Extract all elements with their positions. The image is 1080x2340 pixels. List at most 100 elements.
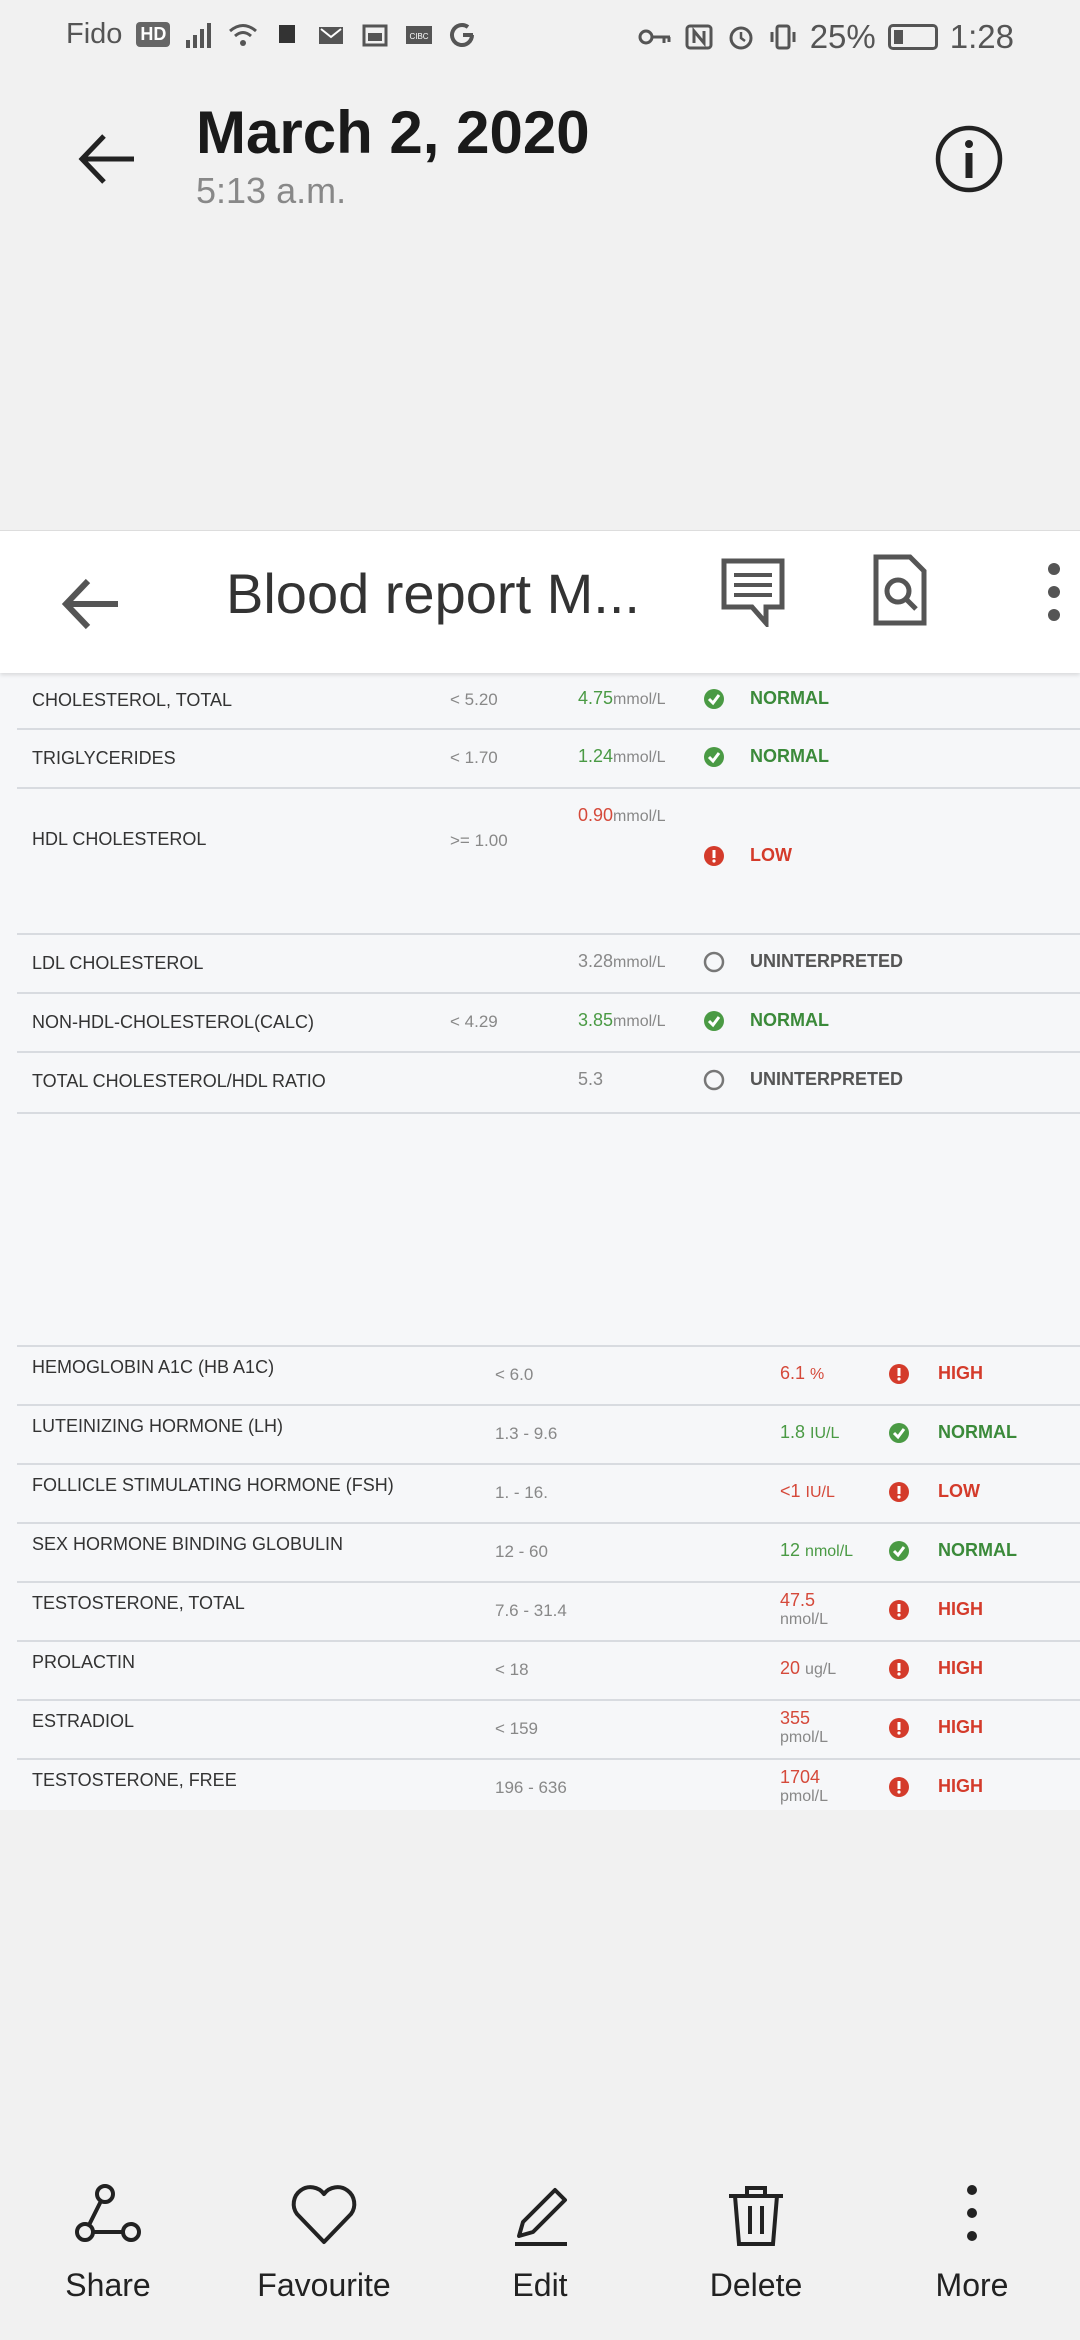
photo-time: 5:13 a.m. — [196, 170, 347, 211]
bottom-action-bar: Share Favourite Edit Delete More — [0, 2180, 1080, 2340]
normal-check-icon — [704, 689, 724, 709]
test-name: SEX HORMONE BINDING GLOBULIN — [32, 1534, 344, 1554]
back-arrow-icon[interactable] — [72, 124, 142, 194]
result-value: 3.28mmol/L — [578, 951, 666, 971]
status-label: LOW — [938, 1481, 980, 1501]
battery-icon — [887, 24, 938, 50]
more-button[interactable]: More — [872, 2180, 1072, 2304]
result-value: 4.75mmol/L — [578, 688, 666, 708]
notification-square-icon — [279, 24, 296, 43]
test-name: LUTEINIZING HORMONE (LH) — [32, 1416, 284, 1436]
result-value: 20 ug/L — [780, 1658, 837, 1678]
clock-time: 1:28 — [949, 18, 1014, 55]
favourite-label: Favourite — [257, 2267, 391, 2303]
result-value: 47.5 nmol/L — [780, 1590, 829, 1628]
comment-icon — [721, 558, 785, 627]
result-value: 5.3 — [578, 1069, 604, 1089]
table-row: TOTAL CHOLESTEROL/HDL RATIO 5.3 UNINTERP… — [17, 1053, 1080, 1114]
reference-range: 1.3 - 9.6 — [495, 1424, 558, 1443]
table-row: LDL CHOLESTEROL 3.28mmol/L UNINTERPRETED — [17, 935, 1080, 994]
test-name: LDL CHOLESTEROL — [32, 953, 204, 973]
result-value: 355 pmol/L — [780, 1708, 829, 1746]
vpn-key-icon — [638, 29, 671, 45]
hormone-results: HEMOGLOBIN A1C (HB A1C) < 6.0 6.1 % HIGH… — [17, 1345, 1080, 1810]
reference-range: 1. - 16. — [495, 1483, 548, 1502]
alert-icon — [889, 1482, 909, 1502]
more-vertical-icon — [967, 2185, 977, 2241]
delete-label: Delete — [709, 2267, 803, 2303]
google-icon — [450, 22, 475, 47]
normal-check-icon — [704, 747, 724, 767]
reference-range: < 1.70 — [450, 748, 498, 767]
status-label: HIGH — [938, 1658, 983, 1678]
status-label: HIGH — [938, 1599, 983, 1619]
test-name: HEMOGLOBIN A1C (HB A1C) — [32, 1357, 275, 1377]
alarm-icon — [729, 26, 753, 50]
status-bar-left: Fido HD CIBC — [66, 18, 478, 51]
result-value: 3.85mmol/L — [578, 1010, 666, 1030]
alert-icon — [704, 846, 724, 866]
status-bar-right: 25% 1:28 — [638, 18, 1014, 56]
result-value: 6.1 % — [780, 1363, 825, 1383]
status-label: UNINTERPRETED — [750, 1069, 904, 1089]
alert-icon — [889, 1777, 909, 1797]
photo-date: March 2, 2020 — [196, 99, 590, 166]
normal-check-icon — [889, 1423, 909, 1443]
edit-button[interactable]: Edit — [440, 2180, 640, 2304]
status-label: NORMAL — [750, 688, 829, 708]
result-value: <1 IU/L — [780, 1481, 835, 1501]
uninterpreted-circle-icon — [703, 1069, 725, 1091]
table-row: TESTOSTERONE, TOTAL 7.6 - 31.4 47.5 nmol/… — [17, 1583, 1080, 1642]
test-name: ESTRADIOL — [32, 1711, 135, 1731]
normal-check-icon — [704, 1011, 724, 1031]
document-more-icon — [1048, 563, 1060, 621]
test-name: TOTAL CHOLESTEROL/HDL RATIO — [32, 1071, 326, 1091]
carrier-name: Fido — [66, 18, 123, 50]
viewer-header: March 2, 2020 5:13 a.m. — [0, 80, 1080, 230]
alert-icon — [889, 1718, 909, 1738]
result-value: 12 nmol/L — [780, 1540, 854, 1560]
result-value: 0.90mmol/L — [578, 805, 666, 825]
status-label: HIGH — [938, 1717, 983, 1737]
alert-icon — [889, 1659, 909, 1679]
table-row: SEX HORMONE BINDING GLOBULIN 12 - 60 12 … — [17, 1524, 1080, 1583]
table-row: LUTEINIZING HORMONE (LH) 1.3 - 9.6 1.8 I… — [17, 1406, 1080, 1465]
document-app-bar: Blood report M... — [0, 530, 1080, 673]
vibrate-icon — [770, 24, 796, 50]
uninterpreted-circle-icon — [703, 951, 725, 973]
cibc-icon: CIBC — [406, 25, 433, 44]
result-value: 1704 pmol/L — [780, 1767, 829, 1805]
status-label: HIGH — [938, 1776, 983, 1796]
wifi-icon — [229, 23, 258, 46]
lipid-results: CHOLESTEROL, TOTAL < 5.20 4.75mmol/L NOR… — [17, 672, 1080, 1114]
signal-icon — [186, 22, 212, 48]
share-button[interactable]: Share — [8, 2180, 208, 2304]
status-label: NORMAL — [938, 1422, 1017, 1442]
info-icon[interactable] — [934, 124, 1004, 194]
photo-content[interactable]: Blood report M... CHOLESTEROL, TOTAL < 5… — [0, 530, 1080, 1810]
table-row: TRIGLYCERIDES < 1.70 1.24mmol/L NORMAL — [17, 730, 1080, 789]
test-name: TESTOSTERONE, FREE — [32, 1770, 237, 1790]
test-name: TRIGLYCERIDES — [32, 748, 176, 768]
document-title: Blood report M... — [226, 562, 640, 625]
reference-range: >= 1.00 — [450, 831, 508, 850]
test-name: TESTOSTERONE, TOTAL — [32, 1593, 245, 1613]
status-label: NORMAL — [938, 1540, 1017, 1560]
favourite-button[interactable]: Favourite — [224, 2180, 424, 2304]
svg-text:CIBC: CIBC — [410, 32, 429, 41]
table-row: CHOLESTEROL, TOTAL < 5.20 4.75mmol/L NOR… — [17, 672, 1080, 730]
test-name: PROLACTIN — [32, 1652, 136, 1672]
table-row: HDL CHOLESTEROL >= 1.00 0.90mmol/L LOW — [17, 789, 1080, 935]
test-name: CHOLESTEROL, TOTAL — [32, 690, 233, 710]
reference-range: < 5.20 — [450, 690, 498, 709]
document-back-arrow-icon — [61, 578, 118, 630]
trash-icon — [729, 2186, 783, 2246]
result-value: 1.8 IU/L — [780, 1422, 840, 1442]
reference-range: 196 - 636 — [495, 1778, 567, 1797]
document-search-icon — [873, 554, 927, 626]
more-label: More — [935, 2267, 1009, 2303]
table-row: FOLLICLE STIMULATING HORMONE (FSH) 1. - … — [17, 1465, 1080, 1524]
delete-button[interactable]: Delete — [656, 2180, 856, 2304]
table-row: ESTRADIOL < 159 355 pmol/L HIGH — [17, 1701, 1080, 1760]
table-row: PROLACTIN < 18 20 ug/L HIGH — [17, 1642, 1080, 1701]
